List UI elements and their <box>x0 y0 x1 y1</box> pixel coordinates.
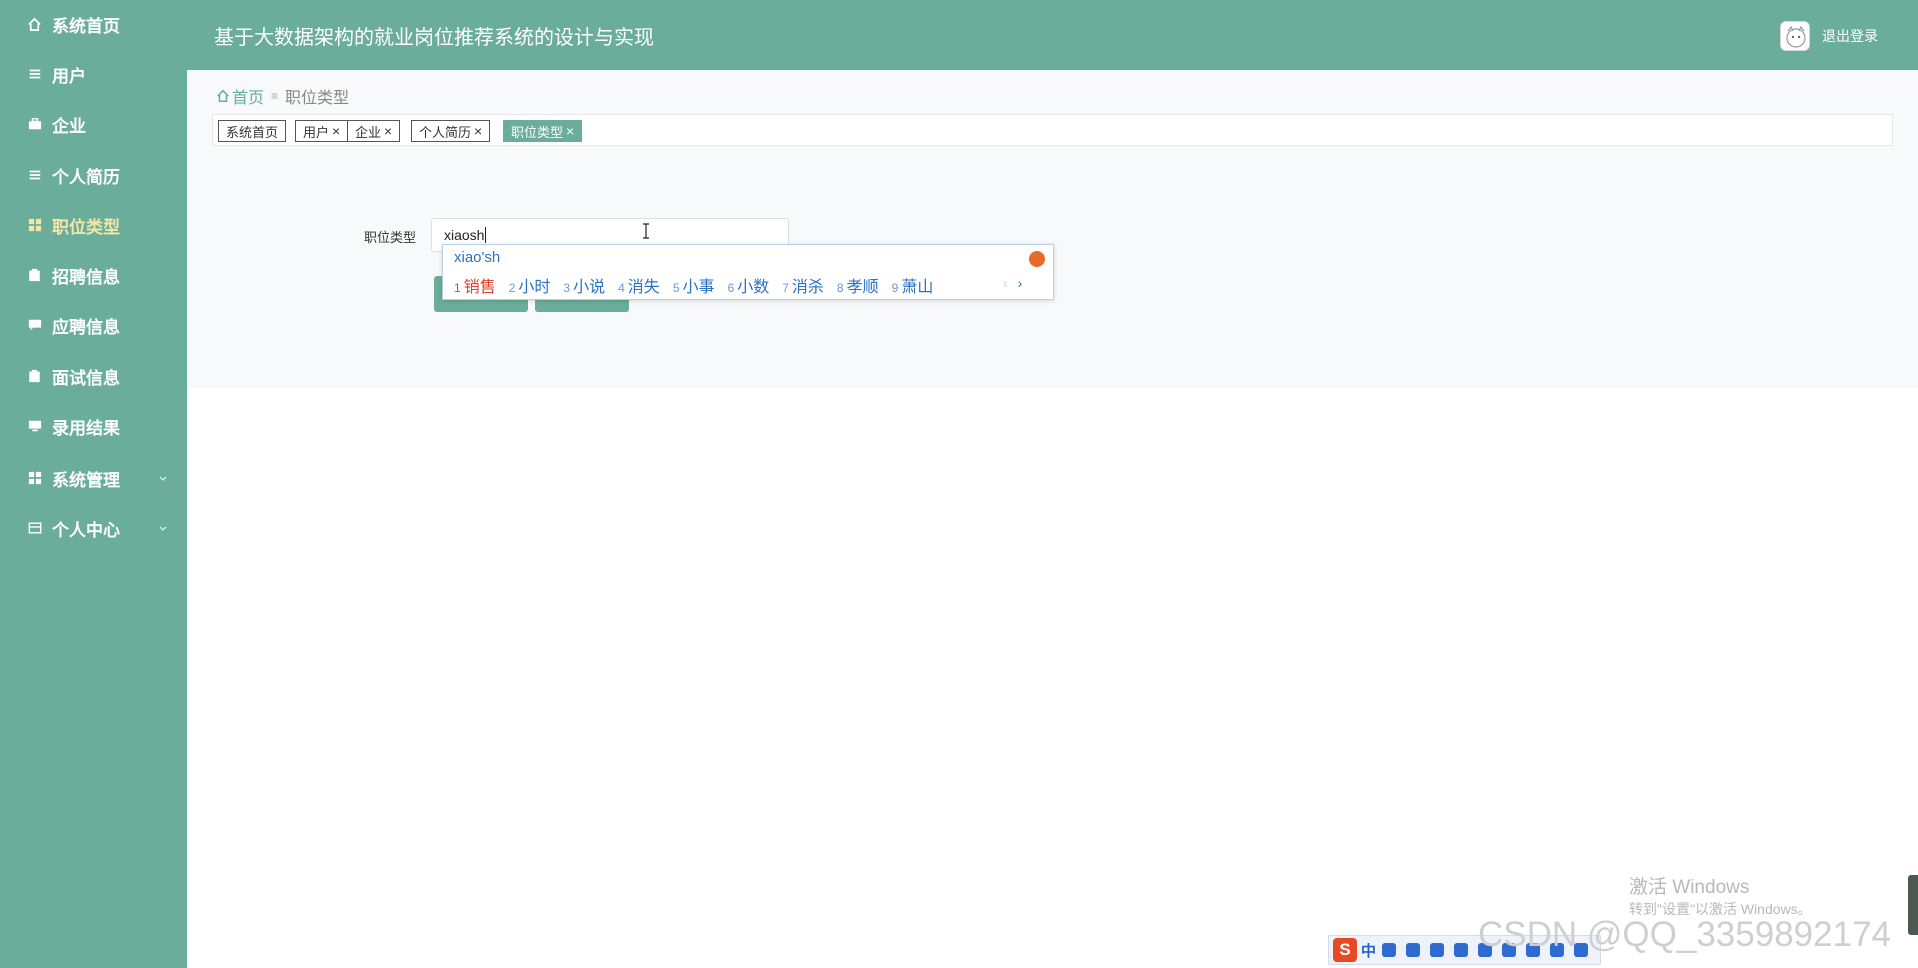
close-icon[interactable]: × <box>566 123 574 139</box>
ime-logo-icon <box>1029 251 1045 267</box>
ime-candidate[interactable]: 4 消失 <box>618 273 660 297</box>
tag-job-type[interactable]: 职位类型 × <box>503 120 583 142</box>
ime-candidate[interactable]: 3 小说 <box>563 273 605 297</box>
chat-icon <box>27 318 42 333</box>
ime-prev-button[interactable]: ‹ <box>1003 275 1008 291</box>
list-icon <box>27 168 42 183</box>
ime-candidate[interactable]: 2 小时 <box>509 273 551 297</box>
sidebar-item-company[interactable]: 企业 <box>0 104 187 144</box>
mouse-ibeam-cursor-icon <box>641 223 651 239</box>
csdn-watermark: CSDN @QQ_3359892174 <box>1478 915 1891 954</box>
breadcrumb: 首页 ≡ 职位类型 <box>216 84 349 108</box>
sidebar-item-hire-result[interactable]: 录用结果 <box>0 406 187 446</box>
ime-candidate-window: xiao'sh 1 销售 2 小时 3 小说 4 消失 5 小事 6 小数 7 消杀 8 孝顺 … <box>442 244 1054 300</box>
avatar[interactable] <box>1780 21 1810 51</box>
ime-candidate[interactable]: 9 萧山 <box>892 273 934 297</box>
ime-composition: xiao'sh <box>454 249 501 266</box>
sidebar-item-application[interactable]: 应聘信息 <box>0 305 187 345</box>
tag-label: 个人简历 <box>419 124 472 140</box>
sidebar-item-label: 应聘信息 <box>52 317 120 337</box>
tag-company[interactable]: 企业 × <box>347 120 401 142</box>
sidebar-item-label: 个人中心 <box>52 520 120 540</box>
sidebar-item-job-type[interactable]: 职位类型 <box>0 205 187 245</box>
sidebar-item-recruitment[interactable]: 招聘信息 <box>0 255 187 295</box>
sidebar-item-label: 面试信息 <box>52 368 120 388</box>
sidebar-item-interview[interactable]: 面试信息 <box>0 356 187 396</box>
sidebar-item-label: 系统管理 <box>52 470 120 490</box>
sidebar-item-label: 系统首页 <box>52 16 120 36</box>
sidebar: 系统首页 用户 企业 个人简历 职位类型 招聘信息 应聘信息 面试信息 录用结果… <box>0 0 187 968</box>
chevron-down-icon <box>157 520 169 532</box>
breadcrumb-separator-icon: ≡ <box>271 89 279 103</box>
ime-candidate[interactable]: 1 销售 <box>454 273 496 297</box>
close-icon[interactable]: × <box>332 123 340 139</box>
close-icon[interactable]: × <box>384 123 392 139</box>
ime-candidate[interactable]: 5 小事 <box>673 273 715 297</box>
ime-candidate[interactable]: 8 孝顺 <box>837 273 879 297</box>
sidebar-item-label: 个人简历 <box>52 167 120 187</box>
sidebar-item-label: 职位类型 <box>52 217 120 237</box>
sidebar-item-label: 企业 <box>52 116 86 136</box>
microphone-icon[interactable] <box>1430 943 1445 957</box>
sidebar-item-label: 用户 <box>52 66 86 86</box>
top-header: 基于大数据架构的就业岗位推荐系统的设计与实现 退出登录 <box>187 0 1918 70</box>
breadcrumb-current: 职位类型 <box>285 90 350 107</box>
moon-icon[interactable] <box>1382 943 1397 957</box>
clipboard-icon <box>27 369 42 384</box>
grid-icon <box>27 471 42 486</box>
job-type-input-value: xiaosh <box>444 227 485 243</box>
desktop-side-widget[interactable] <box>1908 875 1918 935</box>
tag-home[interactable]: 系统首页 <box>218 120 287 142</box>
breadcrumb-home[interactable]: 首页 <box>232 84 264 108</box>
tag-resume[interactable]: 个人简历 × <box>411 120 491 142</box>
ime-candidate[interactable]: 6 小数 <box>728 273 770 297</box>
list-icon <box>27 67 42 82</box>
sidebar-item-home[interactable]: 系统首页 <box>0 4 187 44</box>
briefcase-icon <box>27 117 42 132</box>
home-icon <box>216 89 230 103</box>
logout-button[interactable]: 退出登录 <box>1822 26 1878 46</box>
job-type-label: 职位类型 <box>364 230 417 245</box>
sidebar-item-resume[interactable]: 个人简历 <box>0 155 187 195</box>
ime-language-toggle[interactable]: 中 <box>1361 940 1376 961</box>
sidebar-item-system-admin[interactable]: 系统管理 <box>0 458 187 498</box>
sidebar-item-user[interactable]: 用户 <box>0 54 187 94</box>
clipboard-icon <box>27 268 42 283</box>
tag-label: 系统首页 <box>226 124 279 140</box>
close-icon[interactable]: × <box>474 123 482 139</box>
ime-candidate-list: 1 销售 2 小时 3 小说 4 消失 5 小事 6 小数 7 消杀 8 孝顺 9 萧山 <box>454 273 946 297</box>
monitor-icon <box>27 419 42 434</box>
tag-label: 用户 <box>303 124 330 140</box>
sogou-logo-icon[interactable]: S <box>1333 938 1357 962</box>
ime-page-nav: ‹ › <box>1003 275 1022 291</box>
tag-label: 职位类型 <box>511 124 564 140</box>
app-title: 基于大数据架构的就业岗位推荐系统的设计与实现 <box>214 27 654 49</box>
sidebar-item-personal-center[interactable]: 个人中心 <box>0 508 187 548</box>
ime-next-button[interactable]: › <box>1018 275 1023 291</box>
ime-candidate[interactable]: 7 消杀 <box>782 273 824 297</box>
chevron-down-icon <box>157 470 169 482</box>
windows-activation-title: 激活 Windows <box>1629 877 1750 898</box>
sidebar-item-label: 招聘信息 <box>52 267 120 287</box>
home-icon <box>27 17 42 32</box>
main-content: 首页 ≡ 职位类型 系统首页 用户 × 企业 × 个人简历 × 职位类型 × 职… <box>187 70 1918 388</box>
keyboard-icon[interactable] <box>1454 943 1469 957</box>
grid-icon <box>27 218 42 233</box>
tags-view-bar: 系统首页 用户 × 企业 × 个人简历 × 职位类型 × <box>212 114 1893 146</box>
tag-user[interactable]: 用户 × <box>295 120 349 142</box>
punctuation-icon[interactable] <box>1406 943 1421 957</box>
id-card-icon <box>27 521 42 536</box>
tag-label: 企业 <box>355 124 382 140</box>
sidebar-item-label: 录用结果 <box>52 418 120 438</box>
text-caret <box>485 227 487 243</box>
